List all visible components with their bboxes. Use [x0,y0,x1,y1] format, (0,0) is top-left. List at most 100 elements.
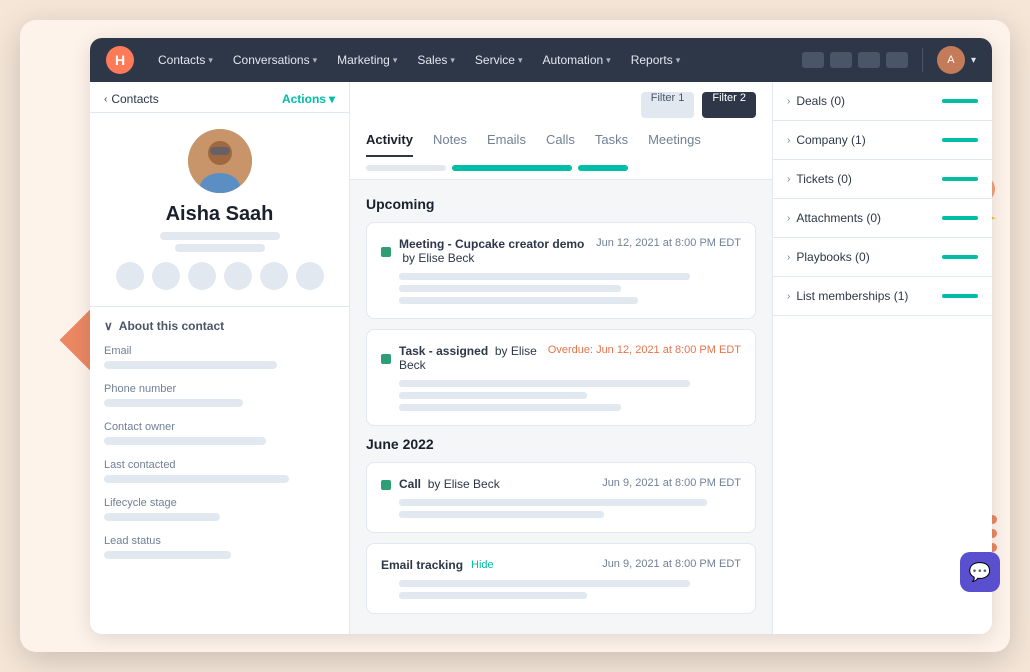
meeting-card-date: Jun 12, 2021 at 8:00 PM EDT [596,237,741,249]
field-value-email [104,361,277,369]
tab-emails[interactable]: Emails [487,124,526,157]
field-lead-status: Lead status [104,535,335,559]
nav-icon-btn-4[interactable] [886,52,908,68]
nav-logo: H [106,46,134,74]
right-item-company-left: › Company (1) [787,133,866,147]
call-card-lines [381,499,741,518]
attachments-bar [942,216,978,220]
deals-bar [942,99,978,103]
right-item-company[interactable]: › Company (1) [773,121,992,160]
card-line [399,392,587,399]
center-panel: Filter 1 Filter 2 Activity Notes Emails … [350,82,772,634]
chevron-right-icon: › [787,135,790,146]
nav-avatar[interactable]: A [937,46,965,74]
nav-icon-btn-2[interactable] [830,52,852,68]
about-toggle[interactable]: ∨ About this contact [104,319,335,333]
nav-avatar-chevron: ▾ [971,55,976,66]
hide-link[interactable]: Hide [471,559,494,571]
nav-icon-btn-1[interactable] [802,52,824,68]
avatar [188,129,252,193]
section-title-upcoming: Upcoming [366,196,756,212]
nav-automation[interactable]: Automation ▾ [534,49,618,71]
chevron-icon: ▾ [518,55,523,66]
action-icon-2[interactable] [152,262,180,290]
company-bar [942,138,978,142]
card-line [399,592,587,599]
nav-service[interactable]: Service ▾ [467,49,531,71]
field-label-phone: Phone number [104,383,335,395]
right-item-tickets[interactable]: › Tickets (0) [773,160,992,199]
card-line [399,273,690,280]
card-line [399,380,690,387]
attachments-label: Attachments (0) [796,211,881,225]
tab-activity[interactable]: Activity [366,124,413,157]
chevron-icon: ▾ [393,55,398,66]
center-top: Filter 1 Filter 2 Activity Notes Emails … [350,82,772,180]
filter-btn-1[interactable]: Filter 1 [641,92,695,118]
actions-button[interactable]: Actions ▾ [282,92,335,106]
action-icon-1[interactable] [116,262,144,290]
tab-notes[interactable]: Notes [433,124,467,157]
breadcrumb-label: Contacts [111,92,158,106]
right-item-playbooks[interactable]: › Playbooks (0) [773,238,992,277]
tab-calls[interactable]: Calls [546,124,575,157]
email-card-header: Email tracking Hide Jun 9, 2021 at 8:00 … [381,558,741,572]
chevron-right-icon: › [787,174,790,185]
task-card-lines [381,380,741,411]
contact-header-bar: ‹ Contacts Actions ▾ [90,82,349,113]
main-content: ‹ Contacts Actions ▾ [90,82,992,634]
field-value-owner [104,437,266,445]
nav-conversations[interactable]: Conversations ▾ [225,49,325,71]
top-nav: H Contacts ▾ Conversations ▾ Marketing ▾… [90,38,992,82]
tab-tasks[interactable]: Tasks [595,124,628,157]
chevron-icon: ▾ [450,55,455,66]
nav-sales[interactable]: Sales ▾ [409,49,463,71]
contact-profile: Aisha Saah [90,113,349,307]
right-item-attachments[interactable]: › Attachments (0) [773,199,992,238]
progress-seg-3 [578,165,628,171]
meeting-card-header: Meeting - Cupcake creator demo by Elise … [381,237,741,265]
chevron-right-icon: › [787,252,790,263]
progress-seg-2 [452,165,572,171]
action-icon-3[interactable] [188,262,216,290]
chevron-icon: ▾ [606,55,611,66]
app-container: H Contacts ▾ Conversations ▾ Marketing ▾… [90,38,992,634]
nav-marketing[interactable]: Marketing ▾ [329,49,405,71]
company-label: Company (1) [796,133,865,147]
card-line [399,285,621,292]
filter-btn-2[interactable]: Filter 2 [702,92,756,118]
breadcrumb[interactable]: ‹ Contacts [104,92,159,106]
section-title-june: June 2022 [366,436,756,452]
right-item-list-memberships[interactable]: › List memberships (1) [773,277,992,316]
field-label-lead-status: Lead status [104,535,335,547]
profile-icons-row [116,262,324,290]
chevron-left-icon: ‹ [104,94,107,105]
right-item-deals-left: › Deals (0) [787,94,845,108]
field-label-email: Email [104,345,335,357]
nav-icon-btn-3[interactable] [858,52,880,68]
field-phone: Phone number [104,383,335,407]
playbooks-bar [942,255,978,259]
tab-meetings[interactable]: Meetings [648,124,701,157]
call-card-header: Call by Elise Beck Jun 9, 2021 at 8:00 P… [381,477,741,491]
chat-bubble-icon[interactable]: 💬 [960,552,1000,592]
action-icon-4[interactable] [224,262,252,290]
right-item-attachments-left: › Attachments (0) [787,211,881,225]
tickets-bar [942,177,978,181]
meeting-dot-icon [381,247,391,257]
chevron-right-icon: › [787,213,790,224]
field-label-lifecycle: Lifecycle stage [104,497,335,509]
progress-seg-1 [366,165,446,171]
card-line [399,499,707,506]
contact-name: Aisha Saah [166,203,274,226]
right-item-deals[interactable]: › Deals (0) [773,82,992,121]
list-memberships-label: List memberships (1) [796,289,908,303]
deals-label: Deals (0) [796,94,845,108]
action-icon-6[interactable] [296,262,324,290]
nav-contacts[interactable]: Contacts ▾ [150,49,221,71]
outer-wrapper: ✦ 💬 H Contacts ▾ Conversations ▾ Marketi… [20,20,1010,652]
task-card-date: Overdue: Jun 12, 2021 at 8:00 PM EDT [548,344,741,356]
meeting-card-title: Meeting - Cupcake creator demo by Elise … [399,237,596,265]
nav-reports[interactable]: Reports ▾ [623,49,689,71]
action-icon-5[interactable] [260,262,288,290]
